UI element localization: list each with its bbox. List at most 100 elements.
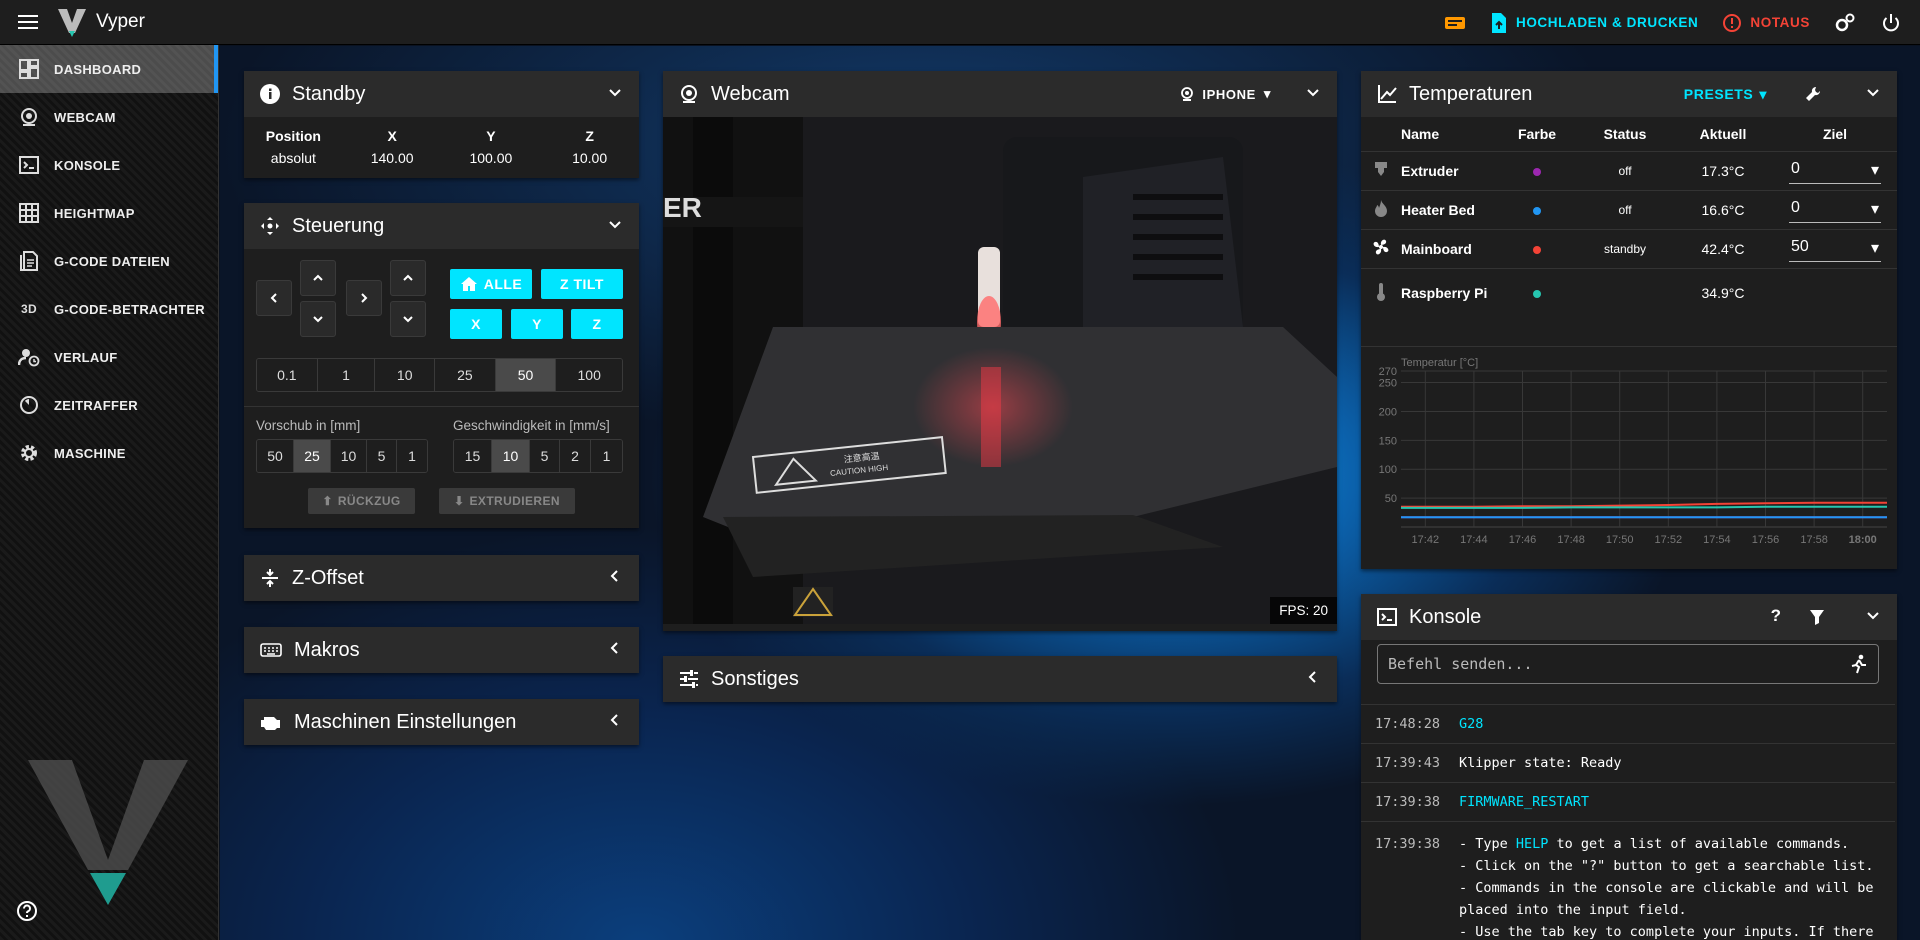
misc-panel[interactable]: Sonstiges — [663, 656, 1337, 702]
heater-name[interactable]: Extruder — [1401, 150, 1497, 190]
step-option-selected[interactable]: 50 — [495, 359, 557, 391]
move-z-plus-button[interactable] — [390, 260, 426, 296]
home-z-button[interactable]: Z — [571, 309, 623, 339]
sidebar-item-console[interactable]: KONSOLE — [0, 141, 218, 189]
sidebar-item-history[interactable]: VERLAUF — [0, 333, 218, 381]
speed-option-selected[interactable]: 10 — [492, 440, 530, 472]
zoffset-panel[interactable]: Z-Offset — [244, 555, 639, 601]
home-x-button[interactable]: X — [450, 309, 502, 339]
chevron-down-icon[interactable] — [1305, 84, 1321, 100]
sensor-name[interactable]: Raspberry Pi — [1401, 267, 1497, 318]
feed-option[interactable]: 1 — [397, 440, 427, 472]
standby-header[interactable]: Standby — [244, 71, 639, 117]
move-z-minus-button[interactable] — [390, 301, 426, 337]
target-temp-input[interactable]: 0 ▾ — [1789, 158, 1881, 184]
macros-panel[interactable]: Makros — [244, 627, 639, 673]
series-color-dot[interactable] — [1533, 290, 1541, 299]
feed-option[interactable]: 5 — [367, 440, 397, 472]
camera-selector[interactable]: IPHONE ▾ — [1180, 86, 1271, 102]
printer-status-icon[interactable] — [1432, 0, 1478, 45]
heater-name[interactable]: Heater Bed — [1401, 189, 1497, 229]
sidebar-item-gcode-viewer[interactable]: 3D G-CODE-BETRACHTER — [0, 285, 218, 333]
webcam-stream: ER 注意高温 CAUTION HIGH FPS: 20 — [663, 117, 1337, 624]
step-option[interactable]: 10 — [375, 359, 436, 391]
sidebar-item-heightmap[interactable]: HEIGHTMAP — [0, 189, 218, 237]
home-y-button[interactable]: Y — [511, 309, 563, 339]
move-y-plus-button[interactable] — [300, 260, 336, 296]
upload-print-button[interactable]: HOCHLADEN & DRUCKEN — [1478, 0, 1710, 45]
thermometer-icon — [1361, 267, 1401, 318]
sidebar-item-timelapse[interactable]: ZEITRAFFER — [0, 381, 218, 429]
console-entry[interactable]: 17:39:38 FIRMWARE_RESTART — [1361, 782, 1895, 821]
step-option[interactable]: 0.1 — [257, 359, 318, 391]
sidebar-item-gcode-files[interactable]: G-CODE DATEIEN — [0, 237, 218, 285]
target-temp-input[interactable]: 0 ▾ — [1789, 197, 1881, 223]
presets-button[interactable]: PRESETS ▾ — [1684, 86, 1767, 103]
send-icon[interactable] — [1850, 654, 1868, 674]
help-command[interactable]: HELP — [1516, 836, 1549, 852]
home-z-label: Z — [592, 316, 602, 332]
question-icon[interactable]: ? — [1771, 606, 1781, 626]
speed-option[interactable]: 15 — [454, 440, 492, 472]
zoffset-header[interactable]: Z-Offset — [244, 555, 639, 601]
filter-icon[interactable] — [1809, 609, 1825, 625]
table-row: Extruder off 17.3°C 0 ▾ — [1361, 150, 1897, 190]
sidebar-item-dashboard[interactable]: DASHBOARD — [0, 45, 218, 93]
step-option[interactable]: 25 — [435, 359, 496, 391]
z-tilt-button[interactable]: Z TILT — [541, 269, 623, 299]
heater-name[interactable]: Mainboard — [1401, 228, 1497, 268]
chevron-left-icon[interactable] — [607, 640, 623, 656]
move-x-minus-button[interactable] — [256, 280, 292, 316]
chevron-left-icon[interactable] — [1305, 669, 1321, 685]
move-arrows-icon — [261, 217, 279, 235]
move-y-minus-button[interactable] — [300, 301, 336, 337]
chevron-down-icon[interactable] — [1865, 607, 1881, 623]
control-header[interactable]: Steuerung — [244, 203, 639, 249]
sidebar-item-machine[interactable]: MASCHINE — [0, 429, 218, 477]
step-option[interactable]: 1 — [317, 359, 376, 391]
speed-option[interactable]: 1 — [591, 440, 622, 472]
command-input[interactable]: Befehl senden... — [1377, 644, 1879, 684]
feed-option-selected[interactable]: 25 — [294, 440, 331, 472]
home-all-button[interactable]: ALLE — [450, 269, 532, 299]
camera-name: IPHONE — [1202, 86, 1256, 102]
app-logo[interactable]: Vyper — [56, 7, 145, 37]
console-command[interactable]: G28 — [1459, 716, 1483, 732]
menu-icon[interactable] — [0, 0, 56, 45]
position-mode[interactable]: absolut — [244, 147, 343, 169]
wrench-icon[interactable] — [1804, 85, 1822, 103]
help-icon[interactable] — [16, 900, 38, 927]
sidebar-item-webcam[interactable]: WEBCAM — [0, 93, 218, 141]
extrude-button[interactable]: ⬇ EXTRUDIEREN — [439, 488, 575, 514]
chevron-down-icon[interactable] — [607, 84, 623, 100]
speed-option[interactable]: 5 — [530, 440, 560, 472]
chevron-left-icon[interactable] — [607, 568, 623, 584]
series-color-dot[interactable] — [1533, 167, 1541, 176]
feed-option[interactable]: 50 — [257, 440, 294, 472]
z-offset-icon — [262, 569, 278, 587]
console-entry[interactable]: 17:48:28 G28 — [1361, 704, 1895, 743]
chevron-down-icon[interactable] — [1865, 84, 1881, 100]
console-command[interactable]: FIRMWARE_RESTART — [1459, 794, 1589, 810]
retract-button[interactable]: ⬆ RÜCKZUG — [308, 488, 415, 514]
settings-icon[interactable] — [1822, 0, 1868, 45]
temperature-header[interactable]: Temperaturen PRESETS ▾ — [1361, 71, 1897, 117]
series-color-dot[interactable] — [1533, 245, 1541, 254]
misc-header[interactable]: Sonstiges — [663, 656, 1337, 702]
emergency-stop-button[interactable]: NOTAUS — [1710, 0, 1822, 45]
webcam-header[interactable]: Webcam IPHONE ▾ — [663, 71, 1337, 117]
machine-settings-header[interactable]: Maschinen Einstellungen — [244, 699, 639, 745]
feed-option[interactable]: 10 — [331, 440, 367, 472]
move-x-plus-button[interactable] — [346, 280, 382, 316]
machine-settings-panel[interactable]: Maschinen Einstellungen — [244, 699, 639, 745]
step-option[interactable]: 100 — [556, 359, 622, 391]
standby-title: Standby — [292, 82, 366, 105]
target-temp-input[interactable]: 50 ▾ — [1789, 236, 1881, 262]
chevron-left-icon[interactable] — [607, 712, 623, 728]
power-icon[interactable] — [1868, 0, 1914, 45]
chevron-down-icon[interactable] — [607, 216, 623, 232]
speed-option[interactable]: 2 — [560, 440, 591, 472]
macros-header[interactable]: Makros — [244, 627, 639, 673]
console-header[interactable]: Konsole ? — [1361, 594, 1897, 640]
series-color-dot[interactable] — [1533, 206, 1541, 215]
